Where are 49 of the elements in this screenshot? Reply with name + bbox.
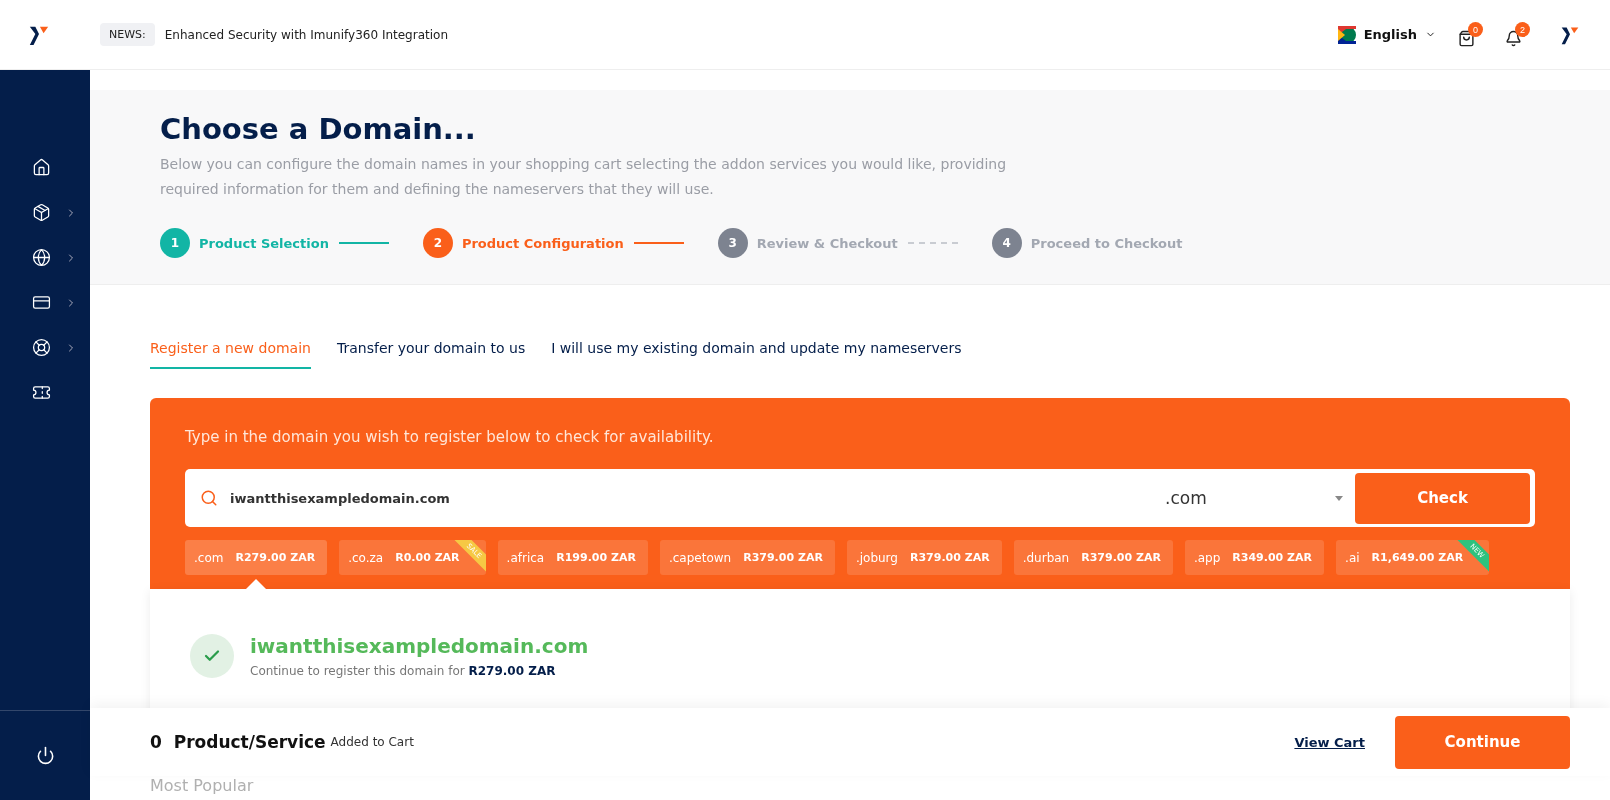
cart-button[interactable]: 0: [1458, 22, 1483, 47]
continue-button[interactable]: Continue: [1395, 715, 1570, 769]
tab[interactable]: Register a new domain: [150, 340, 311, 369]
ticket-icon: [32, 383, 51, 402]
news-tag: NEWS:: [100, 23, 155, 46]
card-icon: [32, 293, 51, 312]
step-label: Proceed to Checkout: [1030, 235, 1183, 251]
cart-count-badge: 0: [1468, 22, 1483, 37]
tab[interactable]: I will use my existing domain and update my nameservers: [551, 340, 962, 369]
tld-dropdown[interactable]: .com: [1165, 488, 1355, 508]
power-icon[interactable]: [35, 746, 55, 765]
section-heading: Most Popular: [149, 776, 255, 797]
step-label: Product Selection: [199, 235, 329, 251]
page-title: Choose a Domain...: [160, 112, 477, 146]
tab[interactable]: Transfer your domain to us: [336, 340, 526, 369]
step-number: 2: [422, 228, 453, 258]
caret-icon: [1335, 495, 1343, 501]
page-description: Below you can configure the domain names in your shopping cart selecting the addon services you would like, providing required information for them and defining the nameservers that they will use.: [160, 155, 1008, 199]
step-number: 1: [160, 228, 190, 258]
language-selector[interactable]: English: [1337, 25, 1436, 44]
tld-chip[interactable]: .durban R379.00 ZAR: [1013, 540, 1173, 575]
step-label: Review & Checkout: [756, 235, 898, 251]
globe-icon: [32, 248, 51, 267]
cart-summary: 0 Product/Service: [150, 732, 326, 752]
tld-chip[interactable]: .com R279.00 ZAR: [185, 540, 328, 575]
check-button[interactable]: Check: [1355, 472, 1530, 524]
tld-chip[interactable]: .app R349.00 ZAR: [1184, 540, 1325, 575]
bag-icon: [1458, 30, 1475, 47]
cart-suffix: Added to Cart: [330, 735, 414, 749]
available-domain: iwantthisexampledomain.com: [250, 634, 589, 658]
bell-icon: [1505, 30, 1522, 47]
flag-icon: [1337, 25, 1356, 44]
view-cart-link[interactable]: View Cart: [1294, 734, 1365, 750]
step-number: 3: [717, 228, 748, 258]
notifications-button[interactable]: 2: [1505, 22, 1530, 47]
news-text: Enhanced Security with Imunify360 Integration: [164, 27, 448, 42]
tld-chip[interactable]: .africa R199.00 ZAR: [497, 540, 648, 575]
result-message: Continue to register this domain for R279.00 ZAR: [250, 664, 557, 678]
support-icon: [32, 338, 51, 357]
box-icon: [32, 203, 51, 222]
notification-count-badge: 2: [1515, 22, 1530, 37]
step-label: Product Configuration: [461, 235, 624, 251]
search-icon: [200, 489, 218, 507]
search-prompt: Type in the domain you wish to register below to check for availability.: [185, 428, 715, 446]
tld-chip[interactable]: .capetown R379.00 ZAR: [659, 540, 835, 575]
home-icon: [32, 158, 51, 177]
tld-chip[interactable]: .joburg R379.00 ZAR: [846, 540, 1002, 575]
step-number: 4: [991, 228, 1022, 258]
check-icon: [190, 634, 234, 678]
